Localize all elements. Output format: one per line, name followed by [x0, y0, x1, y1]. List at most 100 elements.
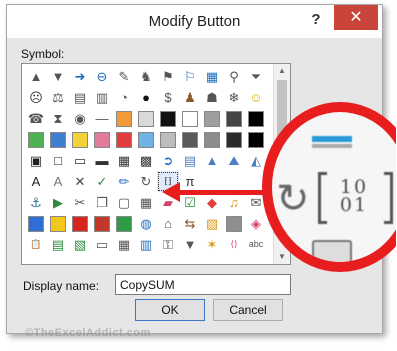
document-icon[interactable]: ▤	[179, 150, 201, 171]
bell-icon[interactable]: ♫	[223, 192, 245, 213]
triangle-down-icon[interactable]: ▼	[47, 66, 69, 87]
swatch-green2-icon[interactable]	[113, 213, 135, 234]
swatch-gray-icon[interactable]	[201, 108, 223, 129]
circle-arrow-left-icon[interactable]: ⊖	[91, 66, 113, 87]
chart-bars-icon[interactable]: ▥	[135, 234, 157, 255]
text-a-icon[interactable]: A	[25, 171, 47, 192]
grid-icon[interactable]: ▦	[113, 234, 135, 255]
blank2-icon[interactable]	[223, 171, 245, 192]
calculator-icon[interactable]: ▤	[69, 87, 91, 108]
arrow-circle-icon[interactable]: ➲	[157, 150, 179, 171]
key-icon[interactable]: ⚿	[157, 234, 179, 255]
snowflake-icon[interactable]: ❄	[223, 87, 245, 108]
swatch-blue-icon[interactable]	[47, 129, 69, 150]
magnifier-icon[interactable]: ⚲	[223, 66, 245, 87]
star-icon[interactable]: ✶	[201, 234, 223, 255]
window-icon[interactable]: ▣	[25, 150, 47, 171]
pi-icon[interactable]: π	[179, 171, 201, 192]
eight-ball-icon[interactable]: ●	[135, 87, 157, 108]
swatch-gray3-icon[interactable]	[223, 213, 245, 234]
ruler-icon[interactable]: ✏	[113, 171, 135, 192]
swatch-green-icon[interactable]	[25, 129, 47, 150]
clipboard-icon[interactable]: 📋	[25, 234, 47, 255]
picture-icon[interactable]: ▨	[201, 213, 223, 234]
table-icon[interactable]: ▦	[135, 192, 157, 213]
cancel-button[interactable]: Cancel	[213, 299, 283, 321]
monitor-icon[interactable]: ▭	[91, 234, 113, 255]
ok-button[interactable]: OK	[135, 299, 205, 321]
layout3-icon[interactable]: ▦	[113, 150, 135, 171]
people-icon[interactable]: ☗	[201, 87, 223, 108]
pin-icon[interactable]: ✎	[113, 66, 135, 87]
mountain-icon[interactable]: ⛰	[223, 150, 245, 171]
funnel-icon[interactable]: ⏷	[245, 66, 267, 87]
swatch-gray3-swatch	[226, 215, 242, 232]
sad-face-icon[interactable]: ☹	[25, 87, 47, 108]
anchor-icon[interactable]: ⚓	[25, 192, 47, 213]
scroll-up-icon[interactable]: ▲	[274, 64, 290, 78]
arrow-right-icon[interactable]: ➜	[69, 66, 91, 87]
check-icon[interactable]: ✓	[91, 171, 113, 192]
colorful-icon[interactable]: ◆	[201, 192, 223, 213]
chess-knight-icon[interactable]: ♞	[135, 66, 157, 87]
zoom-matrix-icon: 10 01	[339, 176, 369, 216]
cube-icon[interactable]: ▧	[69, 234, 91, 255]
help-button[interactable]: ?	[306, 10, 326, 30]
swatch-yellow2-icon[interactable]	[47, 213, 69, 234]
swatch-half-swatch	[226, 131, 242, 148]
book-icon[interactable]: ▤	[47, 234, 69, 255]
swatch-red2-icon[interactable]	[69, 213, 91, 234]
swatch-black-icon[interactable]	[157, 108, 179, 129]
down-tri-icon[interactable]: ▼	[179, 234, 201, 255]
checker-icon[interactable]: ▩	[135, 150, 157, 171]
swatch-redstripe-icon[interactable]	[91, 213, 113, 234]
swatch-red-icon[interactable]	[113, 129, 135, 150]
text-a-gray-icon[interactable]: A	[47, 171, 69, 192]
swatch-lightgray-icon[interactable]	[135, 108, 157, 129]
piggy-bank-icon[interactable]: ◔	[113, 87, 135, 108]
cycle-icon[interactable]: ↻	[135, 171, 157, 192]
swatch-lightblue-icon[interactable]	[135, 129, 157, 150]
swatch-half-icon[interactable]	[223, 129, 245, 150]
swatch-split-icon[interactable]	[223, 108, 245, 129]
hourglass-icon[interactable]: ⧗	[47, 108, 69, 129]
checkmark-box-icon[interactable]: ☑	[179, 192, 201, 213]
symbol-list[interactable]: ▲ ▼ ➜ ⊖ ✎ ♞ ⚑ ⚐ ▦ ⚲ ⏷ ☹ ⚖ ▤ ▥ ◔ ● $ ♟ ☗ ❄ ☺ ☎ ⧗ ◉ — ▣ □ ▭ ▬ ▦ ▩ ➲ ▤ ▲ ⛰ ◭ A A ✕…	[21, 63, 291, 265]
copy-icon[interactable]: ❐	[91, 192, 113, 213]
eye-icon[interactable]: ◉	[69, 108, 91, 129]
signpost-icon[interactable]: ⇆	[179, 213, 201, 234]
title-bar[interactable]: Modify Button ? ✕	[7, 5, 382, 38]
swatch-darkgray-icon[interactable]	[179, 129, 201, 150]
paste-icon[interactable]: ▢	[113, 192, 135, 213]
scales-icon[interactable]: ⚖	[47, 87, 69, 108]
layout-icon[interactable]: ▭	[69, 150, 91, 171]
swatch-blue2-icon[interactable]	[25, 213, 47, 234]
cross-icon[interactable]: ✕	[69, 171, 91, 192]
swatch-pink-icon[interactable]	[91, 129, 113, 150]
house-icon[interactable]: ⌂	[157, 213, 179, 234]
person-icon[interactable]: ♟	[179, 87, 201, 108]
blank1-icon[interactable]	[201, 171, 223, 192]
triangle-chart-icon[interactable]: ▲	[201, 150, 223, 171]
play-icon[interactable]: ▶	[47, 192, 69, 213]
cut-icon[interactable]: ✂	[69, 192, 91, 213]
dollar-icon[interactable]: $	[157, 87, 179, 108]
swatch-yellow-icon[interactable]	[69, 129, 91, 150]
watermark: ©TheExcelAddict.com	[25, 327, 151, 339]
swatch-orange-icon[interactable]	[113, 108, 135, 129]
swatch-mid-icon[interactable]	[201, 129, 223, 150]
code-icon[interactable]: ⟨⟩	[223, 234, 245, 255]
close-button[interactable]: ✕	[334, 5, 378, 30]
phone-icon[interactable]: ☎	[25, 108, 47, 129]
flag-blue-icon[interactable]: ⚐	[179, 66, 201, 87]
swatch-grey2-icon[interactable]	[157, 129, 179, 150]
swatch-white-icon[interactable]	[179, 108, 201, 129]
layout2-icon[interactable]: ▬	[91, 150, 113, 171]
blocks-icon[interactable]: ▦	[201, 66, 223, 87]
building-icon[interactable]: ▥	[91, 87, 113, 108]
frame-icon[interactable]: □	[47, 150, 69, 171]
dash-icon[interactable]: —	[91, 108, 113, 129]
triangle-up-icon[interactable]: ▲	[25, 66, 47, 87]
globe-icon[interactable]: ◍	[135, 213, 157, 234]
flag-icon[interactable]: ⚑	[157, 66, 179, 87]
